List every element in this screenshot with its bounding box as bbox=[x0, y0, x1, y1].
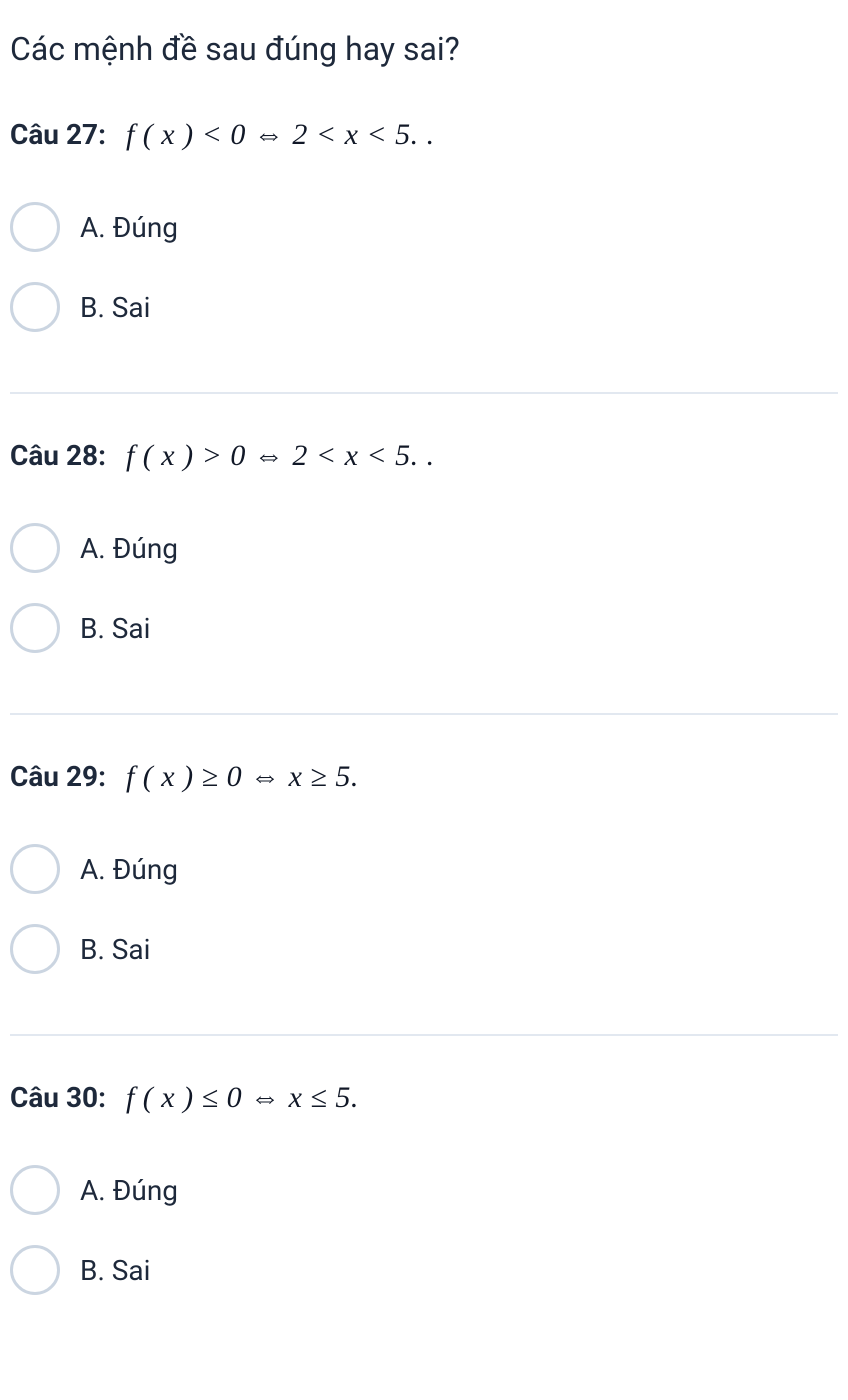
option-b[interactable]: B. Sai bbox=[10, 282, 838, 332]
math-expression: f ( x ) < 0 ⇔ 2 < x < 5. . bbox=[126, 118, 435, 152]
radio-icon bbox=[10, 523, 60, 573]
option-b[interactable]: B. Sai bbox=[10, 603, 838, 653]
radio-icon bbox=[10, 1165, 60, 1215]
radio-icon bbox=[10, 844, 60, 894]
option-text: A. Đúng bbox=[80, 211, 178, 244]
radio-icon bbox=[10, 1245, 60, 1295]
question-29: Câu 29: f ( x ) ≥ 0 ⇔ x ≥ 5. A. Đúng B. … bbox=[10, 760, 838, 974]
radio-icon bbox=[10, 924, 60, 974]
option-text: B. Sai bbox=[80, 291, 150, 324]
math-expression: f ( x ) ≥ 0 ⇔ x ≥ 5. bbox=[126, 760, 359, 794]
option-b[interactable]: B. Sai bbox=[10, 924, 838, 974]
divider bbox=[10, 392, 838, 394]
question-27: Câu 27: f ( x ) < 0 ⇔ 2 < x < 5. . A. Đú… bbox=[10, 118, 838, 332]
options-group: A. Đúng B. Sai bbox=[10, 1165, 838, 1295]
options-group: A. Đúng B. Sai bbox=[10, 202, 838, 332]
options-group: A. Đúng B. Sai bbox=[10, 523, 838, 653]
option-text: A. Đúng bbox=[80, 1174, 178, 1207]
question-label: Câu 28: bbox=[10, 439, 106, 472]
options-group: A. Đúng B. Sai bbox=[10, 844, 838, 974]
divider bbox=[10, 713, 838, 715]
radio-icon bbox=[10, 202, 60, 252]
question-line: Câu 27: f ( x ) < 0 ⇔ 2 < x < 5. . bbox=[10, 118, 838, 152]
question-label: Câu 29: bbox=[10, 760, 106, 793]
option-a[interactable]: A. Đúng bbox=[10, 844, 838, 894]
question-line: Câu 28: f ( x ) > 0 ⇔ 2 < x < 5. . bbox=[10, 439, 838, 473]
option-text: B. Sai bbox=[80, 1254, 150, 1287]
question-line: Câu 30: f ( x ) ≤ 0 ⇔ x ≤ 5. bbox=[10, 1081, 838, 1115]
option-a[interactable]: A. Đúng bbox=[10, 523, 838, 573]
math-expression: f ( x ) > 0 ⇔ 2 < x < 5. . bbox=[126, 439, 435, 473]
question-label: Câu 30: bbox=[10, 1081, 106, 1114]
math-expression: f ( x ) ≤ 0 ⇔ x ≤ 5. bbox=[126, 1081, 359, 1115]
option-a[interactable]: A. Đúng bbox=[10, 202, 838, 252]
option-text: A. Đúng bbox=[80, 532, 178, 565]
question-label: Câu 27: bbox=[10, 118, 106, 151]
question-30: Câu 30: f ( x ) ≤ 0 ⇔ x ≤ 5. A. Đúng B. … bbox=[10, 1081, 838, 1295]
option-text: B. Sai bbox=[80, 612, 150, 645]
question-28: Câu 28: f ( x ) > 0 ⇔ 2 < x < 5. . A. Đú… bbox=[10, 439, 838, 653]
radio-icon bbox=[10, 603, 60, 653]
option-a[interactable]: A. Đúng bbox=[10, 1165, 838, 1215]
question-line: Câu 29: f ( x ) ≥ 0 ⇔ x ≥ 5. bbox=[10, 760, 838, 794]
header-text: Các mệnh đề sau đúng hay sai? bbox=[10, 30, 838, 68]
divider bbox=[10, 1034, 838, 1036]
option-text: B. Sai bbox=[80, 933, 150, 966]
option-b[interactable]: B. Sai bbox=[10, 1245, 838, 1295]
radio-icon bbox=[10, 282, 60, 332]
option-text: A. Đúng bbox=[80, 853, 178, 886]
